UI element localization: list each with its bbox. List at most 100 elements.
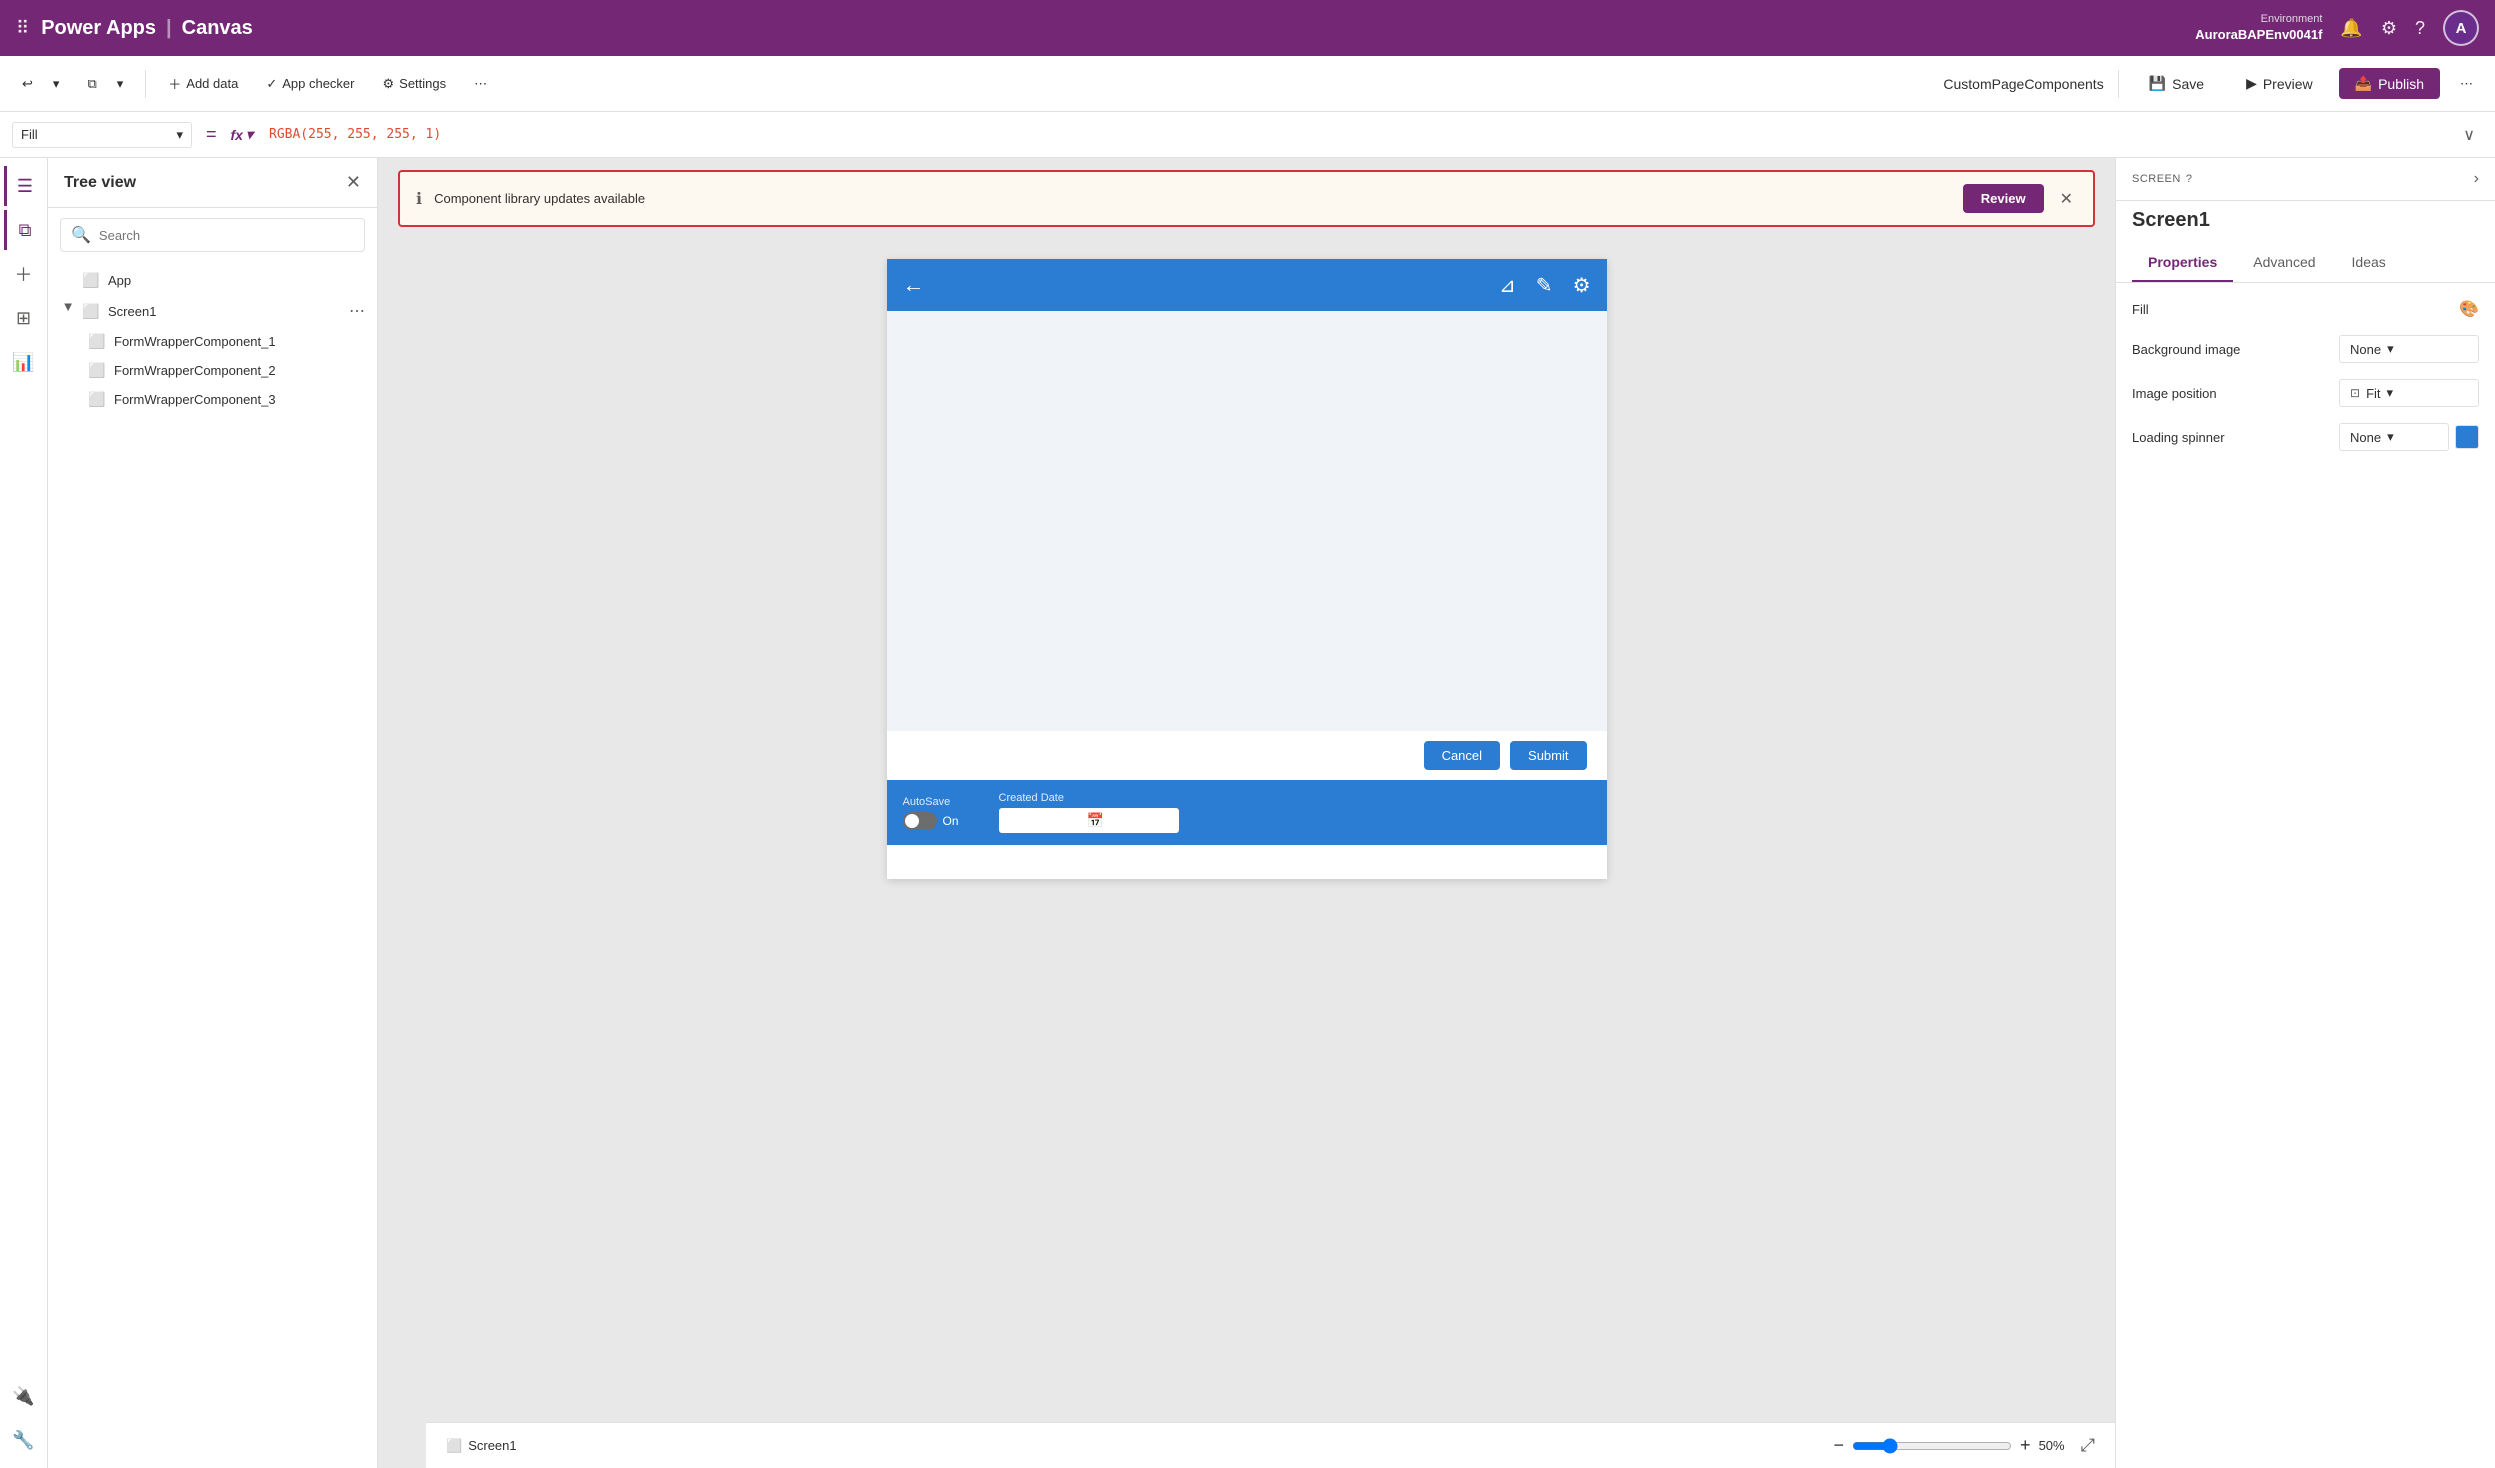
- toolbar: ↩ ▾ ⧉ ▾ ＋ Add data ✓ App checker ⚙ Setti…: [0, 56, 2495, 112]
- fill-paint-icon[interactable]: 🎨: [2459, 299, 2479, 319]
- screen1-more[interactable]: ⋯: [349, 301, 365, 321]
- copy-button[interactable]: ⧉: [77, 70, 106, 98]
- screen-label: SCREEN ?: [2132, 173, 2192, 185]
- paste-dropdown[interactable]: ▾: [115, 70, 134, 98]
- sidebar-icon-add[interactable]: ＋: [4, 254, 44, 294]
- prop-image-position-dropdown[interactable]: ⊡ Fit ▾: [2339, 379, 2479, 407]
- prop-fill-value: 🎨: [2459, 299, 2479, 319]
- toolbar-right: CustomPageComponents 💾 Save ▶ Preview 📤 …: [1943, 68, 2483, 99]
- undo-dropdown[interactable]: ▾: [51, 70, 70, 98]
- tab-ideas[interactable]: Ideas: [2336, 244, 2402, 282]
- autosave-label: AutoSave: [903, 796, 959, 808]
- autosave-section: AutoSave On: [903, 796, 959, 830]
- settings-button[interactable]: ⚙ Settings: [373, 70, 457, 98]
- prop-bg-image-dropdown[interactable]: None ▾: [2339, 335, 2479, 363]
- avatar[interactable]: A: [2443, 10, 2479, 46]
- tree-item-form2[interactable]: ⬜ FormWrapperComponent_2: [48, 356, 377, 385]
- more-button[interactable]: ⋯: [464, 70, 497, 98]
- sidebar-icons: ☰ ⧉ ＋ ⊞ 📊 🔌 🔧: [0, 158, 48, 1468]
- notification-icon[interactable]: 🔔: [2340, 18, 2362, 39]
- tree-search-icon: 🔍: [71, 225, 91, 245]
- undo-button[interactable]: ↩: [12, 70, 43, 98]
- toggle-thumb: [905, 814, 919, 828]
- app-checker-button[interactable]: ✓ App checker: [256, 70, 364, 98]
- tree-item-screen1[interactable]: ▶ ⬜ Screen1 ⋯: [48, 295, 377, 327]
- publish-button[interactable]: 📤 Publish: [2339, 68, 2440, 99]
- app-checker-label: App checker: [282, 76, 354, 91]
- app-type: Canvas: [182, 17, 253, 40]
- zoom-expand-icon[interactable]: ⤢: [2081, 1435, 2095, 1456]
- formula-bar: Fill ▾ = fx ▾ RGBA(255, 255, 255, 1) ∨: [0, 112, 2495, 158]
- props-header: SCREEN ? ›: [2116, 158, 2495, 201]
- canvas-cancel-button[interactable]: Cancel: [1424, 741, 1500, 770]
- screen-label-help[interactable]: ?: [2186, 173, 2193, 185]
- loading-spinner-color-swatch[interactable]: [2455, 425, 2479, 449]
- save-button[interactable]: 💾 Save: [2133, 68, 2220, 99]
- formula-fx[interactable]: fx ▾: [231, 126, 253, 143]
- notif-close-button[interactable]: ✕: [2056, 189, 2077, 209]
- app-checker-icon: ✓: [266, 76, 277, 92]
- formula-property-chevron: ▾: [176, 127, 183, 143]
- canvas-filter-icon[interactable]: ⊿: [1499, 273, 1516, 298]
- tab-advanced[interactable]: Advanced: [2237, 244, 2331, 282]
- tree-item-form1[interactable]: ⬜ FormWrapperComponent_1: [48, 327, 377, 356]
- publish-label: Publish: [2378, 76, 2424, 92]
- zoom-slider[interactable]: [1852, 1438, 2012, 1454]
- notif-review-button[interactable]: Review: [1963, 184, 2044, 213]
- tree-item-form3[interactable]: ⬜ FormWrapperComponent_3: [48, 385, 377, 414]
- env-name: AuroraBAPEnv0041f: [2195, 27, 2322, 44]
- notif-info-icon: ℹ: [416, 189, 422, 209]
- canvas-back-button[interactable]: ←: [903, 272, 925, 298]
- prop-image-position-chevron: ▾: [2387, 385, 2394, 401]
- settings-gear-icon: ⚙: [383, 76, 395, 92]
- sidebar-icon-data[interactable]: ⊞: [4, 298, 44, 338]
- add-data-label: Add data: [186, 76, 238, 91]
- tab-properties[interactable]: Properties: [2132, 244, 2233, 282]
- props-expand-button[interactable]: ›: [2474, 170, 2479, 188]
- add-data-button[interactable]: ＋ Add data: [158, 68, 248, 99]
- toggle-track[interactable]: [903, 812, 937, 830]
- created-date-input[interactable]: 📅: [999, 808, 1179, 833]
- zoom-plus-button[interactable]: +: [2020, 1435, 2031, 1456]
- notification-bar: ℹ Component library updates available Re…: [398, 170, 2095, 227]
- settings-icon[interactable]: ⚙: [2381, 18, 2397, 39]
- toggle-state-label: On: [943, 814, 959, 828]
- prop-bg-image-chevron: ▾: [2387, 341, 2394, 357]
- formula-expand-icon[interactable]: ∨: [2455, 125, 2483, 145]
- main-layout: ☰ ⧉ ＋ ⊞ 📊 🔌 🔧 Tree view ✕ 🔍 ⬜ App ▶: [0, 158, 2495, 1468]
- canvas-settings-icon[interactable]: ⚙: [1573, 273, 1591, 298]
- app-name: Power Apps: [41, 17, 156, 40]
- sidebar-icon-layers[interactable]: ⧉: [4, 210, 44, 250]
- tree-item-app[interactable]: ⬜ App: [48, 266, 377, 295]
- calendar-icon[interactable]: 📅: [1087, 812, 1104, 829]
- app-label: App: [108, 273, 131, 288]
- tree-close-button[interactable]: ✕: [346, 172, 361, 193]
- tree-search-input[interactable]: [99, 228, 354, 243]
- tree-search: 🔍: [60, 218, 365, 252]
- sidebar-icon-components[interactable]: 🔌: [4, 1376, 44, 1416]
- top-bar: ⠿ Power Apps | Canvas Environment Aurora…: [0, 0, 2495, 56]
- sidebar-icon-menu[interactable]: ☰: [4, 166, 44, 206]
- sidebar-icon-tools[interactable]: 🔧: [4, 1420, 44, 1460]
- help-icon[interactable]: ?: [2415, 18, 2425, 39]
- zoom-minus-button[interactable]: −: [1834, 1435, 1845, 1456]
- formula-input[interactable]: RGBA(255, 255, 255, 1): [261, 123, 2447, 146]
- prop-bg-image-label: Background image: [2132, 342, 2240, 357]
- created-date-section: Created Date 📅: [999, 792, 1179, 833]
- sidebar-icon-analytics[interactable]: 📊: [4, 342, 44, 382]
- toolbar-separator-1: [145, 70, 146, 98]
- canvas-edit-icon[interactable]: ✎: [1536, 273, 1553, 298]
- preview-button[interactable]: ▶ Preview: [2230, 68, 2329, 99]
- app-icon: ⬜: [82, 272, 102, 289]
- canvas-submit-button[interactable]: Submit: [1510, 741, 1586, 770]
- tree-panel: Tree view ✕ 🔍 ⬜ App ▶ ⬜ Screen1 ⋯ ⬜: [48, 158, 378, 1468]
- formula-property-selector[interactable]: Fill ▾: [12, 122, 192, 148]
- more-options-button[interactable]: ⋯: [2450, 70, 2483, 98]
- status-screen-icon: ⬜: [446, 1438, 462, 1454]
- preview-icon: ▶: [2246, 75, 2257, 92]
- prop-loading-spinner-chevron: ▾: [2387, 429, 2394, 445]
- prop-image-position-value: Fit: [2366, 386, 2380, 401]
- prop-loading-spinner-dropdown[interactable]: None ▾: [2339, 423, 2449, 451]
- form1-label: FormWrapperComponent_1: [114, 334, 276, 349]
- waffle-icon[interactable]: ⠿: [16, 18, 29, 39]
